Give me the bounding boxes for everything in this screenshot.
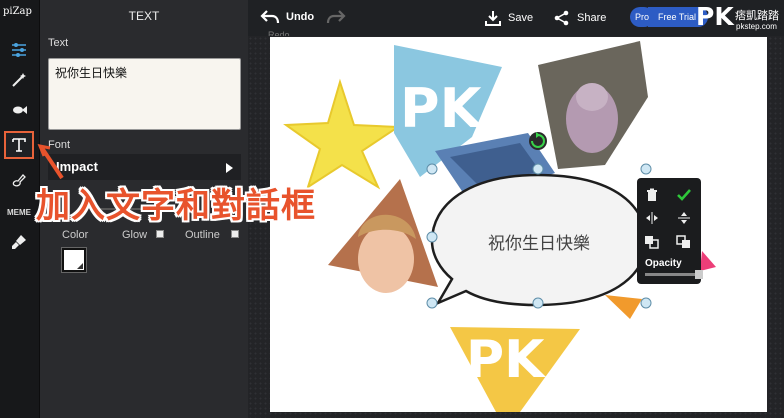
share-icon: [554, 10, 569, 26]
bring-forward-button[interactable]: [675, 233, 693, 251]
orange-shard: [605, 295, 642, 319]
flip-vertical-button[interactable]: [675, 209, 693, 227]
swatch-dropdown-icon: [77, 263, 83, 269]
yellow-star-shape: [283, 78, 402, 190]
color-label: Color: [62, 229, 89, 241]
watermark-title: 痞凱踏踏: [735, 9, 779, 22]
share-button[interactable]: Share: [553, 6, 606, 30]
fish-icon: [13, 106, 27, 114]
outline-label: Outline: [185, 229, 220, 241]
app-window: piZap MEME TEXT Text 祝你生日快樂 Font Impact …: [0, 0, 784, 418]
paint-button[interactable]: [4, 166, 34, 194]
download-icon: [485, 11, 501, 26]
glow-label: Glow: [122, 229, 148, 241]
watermark-url: pkstep.com: [736, 22, 777, 31]
speech-bubble-text[interactable]: 祝你生日快樂: [484, 229, 594, 254]
opacity-slider[interactable]: [645, 270, 703, 279]
trash-icon: [647, 188, 657, 201]
redo-button[interactable]: [326, 6, 346, 28]
layer-front-icon: [676, 235, 690, 248]
text-tool-button[interactable]: [4, 131, 34, 159]
undo-icon: [260, 10, 280, 24]
undo-label: Undo: [286, 11, 315, 23]
stickers-button[interactable]: [4, 96, 34, 124]
panel-title: TEXT: [128, 9, 160, 23]
chevron-right-icon: [226, 163, 233, 173]
watermark: PK 痞凱踏踏 pkstep.com: [696, 2, 782, 32]
paint-icon: [12, 174, 26, 187]
touch-up-button[interactable]: [4, 228, 34, 256]
meme-button[interactable]: MEME: [4, 198, 34, 226]
magic-wand-icon: [12, 73, 26, 87]
watermark-logo: PK: [696, 2, 734, 31]
tutorial-annotation: 加入文字和對話框: [36, 186, 316, 227]
outline-checkbox[interactable]: [231, 230, 239, 238]
save-button[interactable]: Save: [484, 6, 533, 30]
canvas-pk-logo-bottom: PK: [466, 330, 546, 390]
pro-badge[interactable]: Pro: [630, 7, 654, 27]
text-field-label: Text: [48, 37, 69, 49]
flip-vertical-icon: [678, 212, 690, 224]
layer-back-icon: [645, 236, 659, 249]
opacity-label: Opacity: [645, 258, 682, 269]
send-backward-button[interactable]: [643, 233, 661, 251]
font-select[interactable]: Impact: [48, 154, 241, 180]
check-icon: [677, 189, 691, 201]
effects-button[interactable]: [4, 66, 34, 94]
redo-icon: [326, 10, 346, 24]
delete-button[interactable]: [643, 186, 661, 204]
app-logo: piZap: [3, 6, 32, 17]
confirm-button[interactable]: [675, 186, 693, 204]
undo-button[interactable]: Undo: [260, 6, 314, 28]
adjust-button[interactable]: [4, 36, 34, 64]
top-bar: Undo Redo Save Share Free Trial Pro PK 痞…: [248, 0, 784, 40]
share-label: Share: [577, 12, 607, 24]
text-input[interactable]: 祝你生日快樂: [48, 58, 241, 130]
annotation-arrow-icon: [37, 143, 64, 180]
object-toolbox: Opacity: [637, 178, 703, 284]
color-swatch[interactable]: [61, 247, 87, 273]
canvas-pk-logo-top: PK: [400, 77, 484, 140]
text-icon: [12, 138, 26, 152]
flip-horizontal-button[interactable]: [643, 209, 661, 227]
pink-shard: [700, 251, 716, 271]
flip-horizontal-icon: [646, 212, 658, 224]
save-label: Save: [508, 12, 534, 24]
sliders-icon: [12, 43, 26, 57]
glow-checkbox[interactable]: [156, 230, 164, 238]
brush-icon: [12, 235, 26, 249]
tool-rail: piZap MEME: [0, 0, 40, 418]
opacity-slider-thumb[interactable]: [695, 270, 703, 279]
